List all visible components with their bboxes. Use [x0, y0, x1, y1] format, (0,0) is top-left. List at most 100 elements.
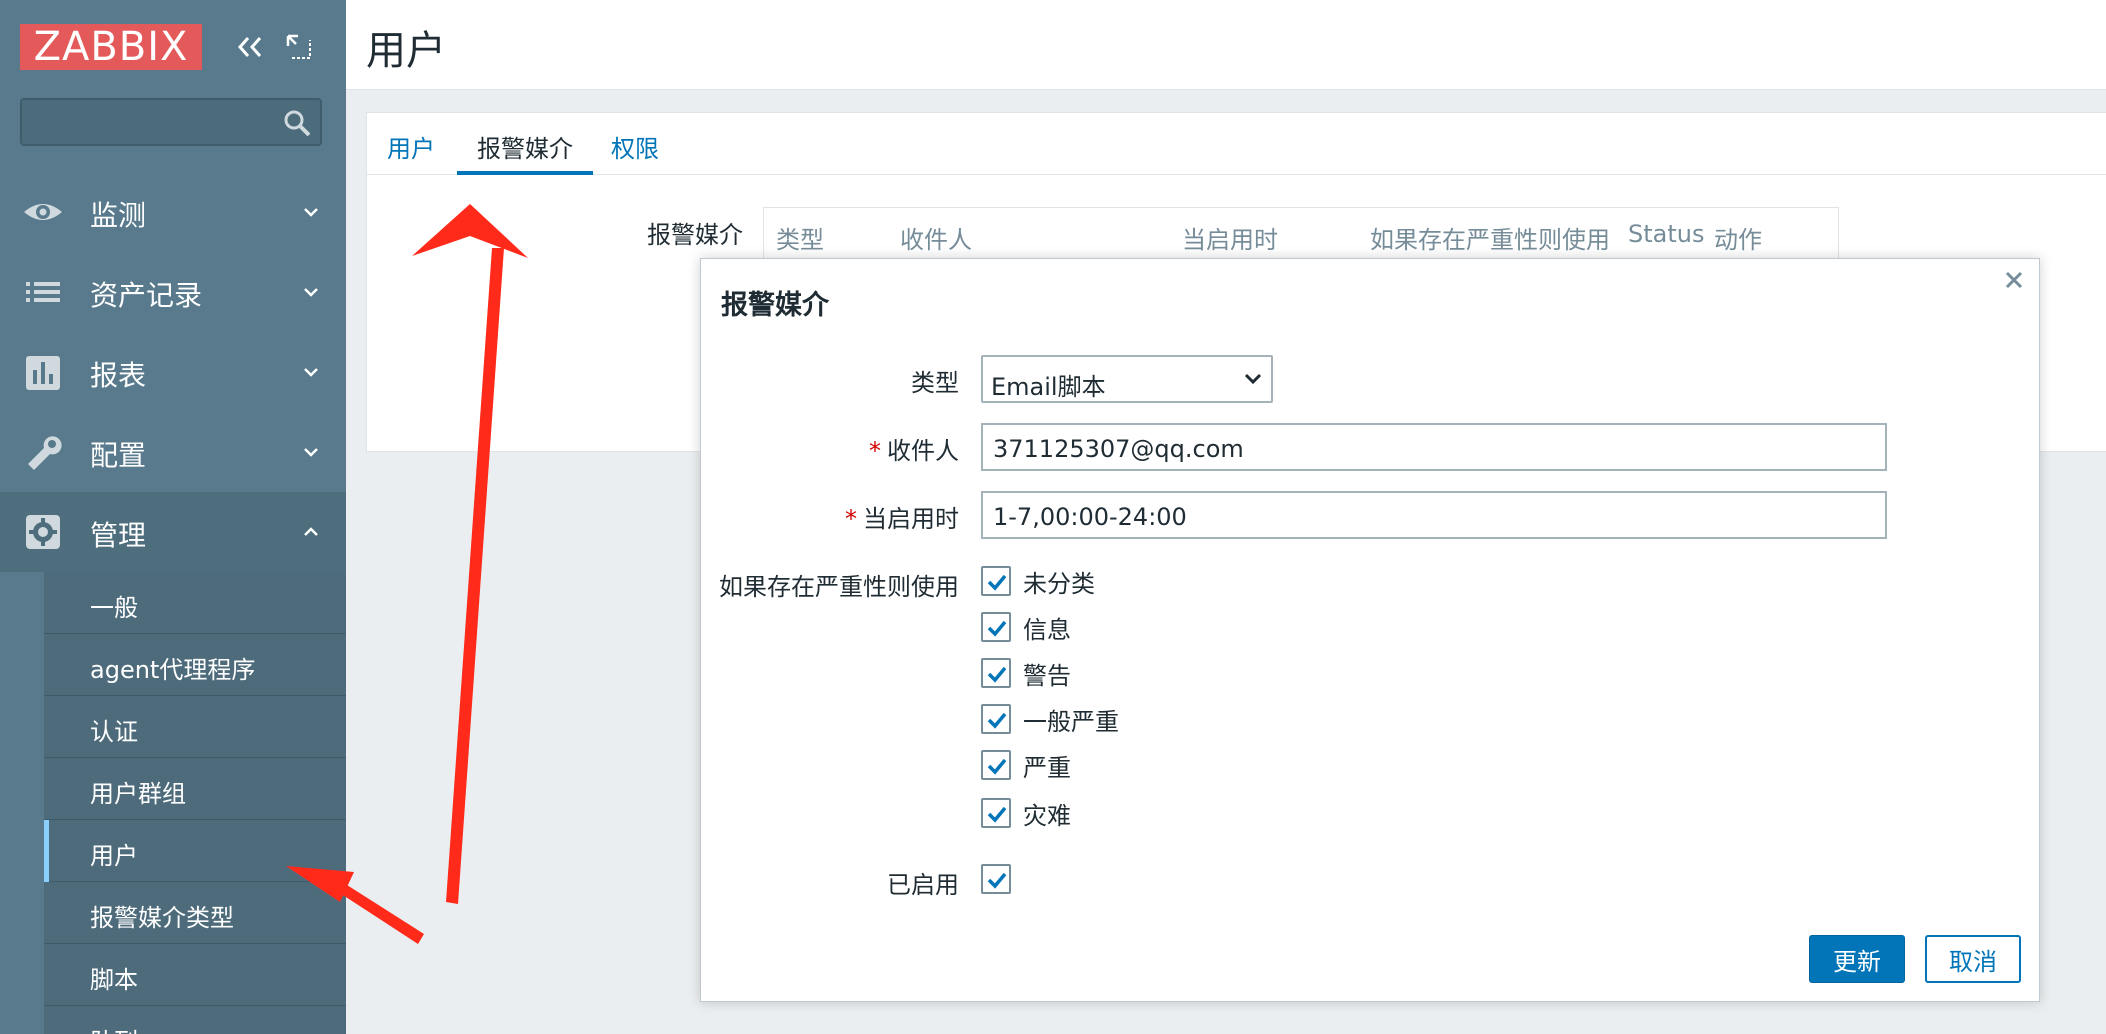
period-input[interactable]: 1-7,00:00-24:00 — [981, 491, 1887, 539]
kiosk-mode-icon[interactable] — [284, 32, 314, 62]
chevron-down-icon — [304, 448, 318, 457]
period-label-text: 当启用时 — [863, 505, 959, 533]
menu-item-label: 配置 — [90, 439, 147, 472]
submenu-item-label: 报警媒介类型 — [90, 904, 234, 932]
checkbox[interactable] — [981, 612, 1011, 642]
checkbox[interactable] — [981, 798, 1011, 828]
check-icon — [987, 806, 1007, 823]
close-icon[interactable] — [2003, 269, 2025, 291]
submenu-item-users[interactable]: 用户 — [44, 820, 346, 882]
submenu-item-label: 一般 — [90, 594, 138, 622]
table-header-type: 类型 — [776, 226, 824, 254]
list-icon — [26, 282, 60, 302]
check-icon — [987, 758, 1007, 775]
submenu-item-user-groups[interactable]: 用户群组 — [44, 758, 346, 820]
sendto-label: * 收件人 — [869, 431, 959, 466]
update-button[interactable]: 更新 — [1809, 935, 1905, 983]
severity-not-classified[interactable]: 未分类 — [981, 565, 1095, 598]
chevron-down-icon — [304, 208, 318, 217]
menu-item-label: 报表 — [90, 359, 147, 392]
search-icon[interactable] — [282, 108, 312, 138]
tab-permissions[interactable]: 权限 — [591, 129, 679, 175]
severity-information[interactable]: 信息 — [981, 611, 1071, 644]
collapse-sidebar-icon[interactable] — [232, 32, 266, 62]
wrench-icon — [28, 436, 62, 470]
check-icon — [987, 712, 1007, 729]
table-header-sendto: 收件人 — [900, 226, 972, 254]
zabbix-logo[interactable]: ZABBIX — [20, 24, 202, 70]
check-icon — [987, 666, 1007, 683]
period-label: * 当启用时 — [845, 499, 959, 534]
checkbox-label: 未分类 — [1023, 569, 1095, 598]
severity-high[interactable]: 严重 — [981, 749, 1071, 782]
required-marker: * — [869, 437, 881, 465]
menu-item-monitoring[interactable]: 监测 — [0, 172, 346, 252]
type-label: 类型 — [911, 369, 959, 397]
gear-icon — [26, 515, 60, 549]
administration-submenu: 一般 agent代理程序 认证 用户群组 用户 报警媒介类型 脚本 队列 — [0, 572, 346, 1034]
submenu-item-label: agent代理程序 — [90, 656, 256, 684]
check-icon — [987, 620, 1007, 637]
submenu-item-queue[interactable]: 队列 — [44, 1006, 346, 1034]
table-header-action: 动作 — [1714, 226, 1762, 254]
checkbox-label: 信息 — [1023, 615, 1071, 644]
submenu-item-general[interactable]: 一般 — [44, 572, 346, 634]
tab-label: 用户 — [387, 135, 435, 163]
submenu-item-label: 脚本 — [90, 966, 138, 994]
severity-warning[interactable]: 警告 — [981, 657, 1071, 690]
sendto-label-text: 收件人 — [887, 437, 959, 465]
submenu-item-label: 认证 — [90, 718, 138, 746]
submenu-rail — [0, 572, 44, 1034]
menu-item-label: 管理 — [90, 519, 147, 552]
enabled-label: 已启用 — [887, 871, 959, 899]
sendto-input[interactable]: 371125307@qq.com — [981, 423, 1887, 471]
severity-disaster[interactable]: 灾难 — [981, 797, 1071, 830]
page-header: 用户 — [346, 0, 2106, 90]
submenu-item-authentication[interactable]: 认证 — [44, 696, 346, 758]
menu-item-administration[interactable]: 管理 — [0, 492, 346, 572]
menu-item-inventory[interactable]: 资产记录 — [0, 252, 346, 332]
submenu-item-media-types[interactable]: 报警媒介类型 — [44, 882, 346, 944]
table-header-status: Status — [1628, 220, 1705, 248]
table-header-when-active: 当启用时 — [1182, 226, 1278, 254]
chevron-down-icon — [1244, 373, 1262, 385]
sidebar-search-input[interactable] — [20, 98, 322, 146]
dialog-title: 报警媒介 — [721, 290, 829, 321]
submenu-item-proxies[interactable]: agent代理程序 — [44, 634, 346, 696]
submenu-item-scripts[interactable]: 脚本 — [44, 944, 346, 1006]
severity-label: 如果存在严重性则使用 — [719, 573, 959, 601]
chevron-up-icon — [304, 527, 318, 536]
page-title: 用户 — [366, 28, 446, 74]
checkbox-label: 警告 — [1023, 661, 1071, 690]
menu-item-configuration[interactable]: 配置 — [0, 412, 346, 492]
submenu-item-label: 队列 — [90, 1022, 138, 1034]
eye-icon — [24, 204, 62, 220]
menu-item-reports[interactable]: 报表 — [0, 332, 346, 412]
check-icon — [987, 872, 1007, 889]
checkbox-label: 严重 — [1023, 753, 1071, 782]
tab-label: 报警媒介 — [477, 135, 573, 163]
submenu-item-label: 用户 — [90, 842, 138, 870]
checkbox[interactable] — [981, 750, 1011, 780]
check-icon — [987, 574, 1007, 591]
type-select[interactable]: Email脚本 — [981, 355, 1273, 403]
tab-label: 权限 — [611, 135, 659, 163]
tab-user[interactable]: 用户 — [367, 129, 455, 175]
tab-media[interactable]: 报警媒介 — [457, 129, 593, 175]
checkbox[interactable] — [981, 658, 1011, 688]
chevron-down-icon — [304, 288, 318, 297]
logo-row: ZABBIX — [20, 24, 330, 70]
menu-item-label: 监测 — [90, 199, 147, 232]
checkbox[interactable] — [981, 704, 1011, 734]
checkbox[interactable] — [981, 566, 1011, 596]
checkbox-label: 灾难 — [1023, 801, 1071, 830]
chevron-down-icon — [304, 368, 318, 377]
required-marker: * — [845, 505, 857, 533]
checkbox-label: 一般严重 — [1023, 707, 1119, 736]
enabled-toggle[interactable] — [981, 863, 1011, 895]
enabled-checkbox[interactable] — [981, 864, 1011, 894]
severity-average[interactable]: 一般严重 — [981, 703, 1119, 736]
cancel-button[interactable]: 取消 — [1925, 935, 2021, 983]
menu-item-label: 资产记录 — [90, 279, 203, 312]
media-dialog: 报警媒介 类型 Email脚本 * 收件人 371125307@qq.com * 当… — [700, 258, 2040, 1002]
